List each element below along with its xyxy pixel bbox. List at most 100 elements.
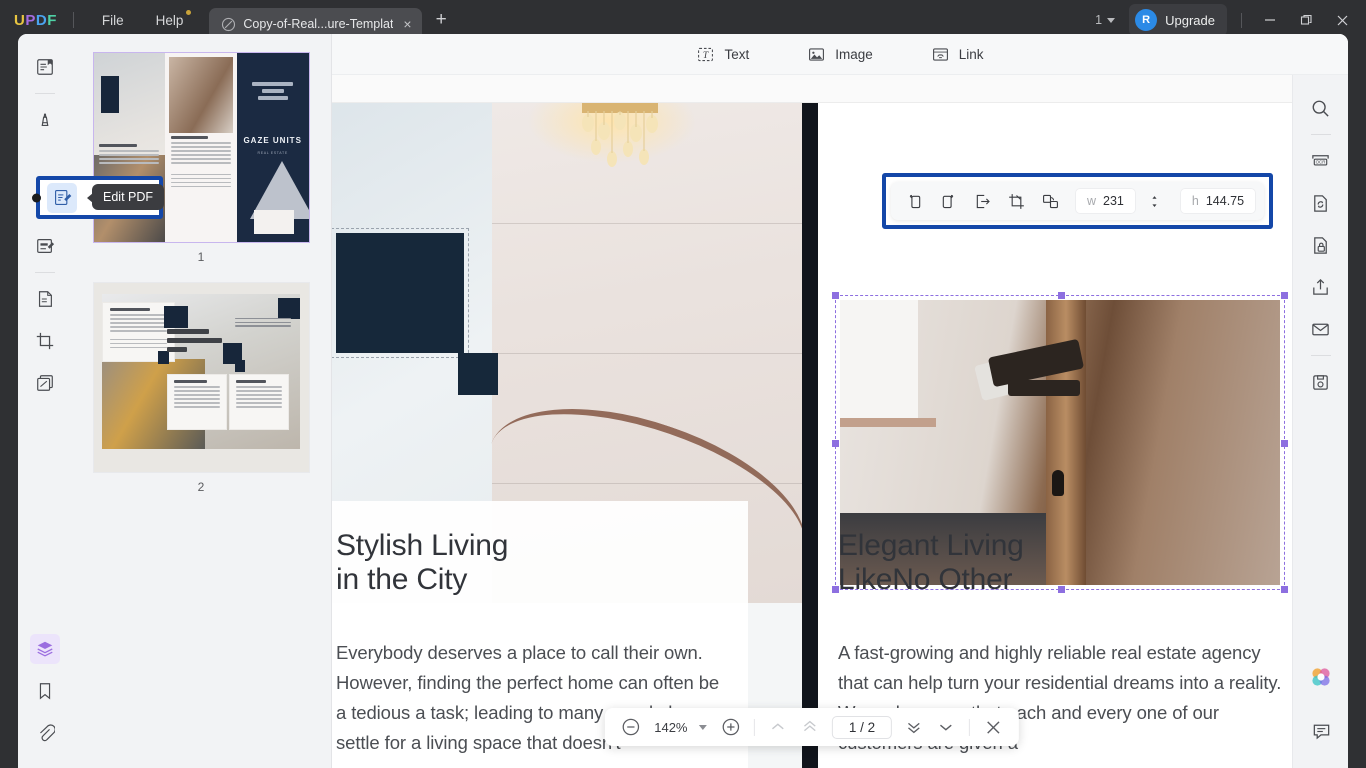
previous-page-button[interactable] [796,713,824,741]
link-tool-label: Link [958,46,984,62]
menu-help[interactable]: Help [140,7,200,34]
text-tool[interactable]: T Text [696,45,749,64]
upgrade-button[interactable]: R Upgrade [1129,4,1227,36]
sidebar-item-bookmarks[interactable] [30,676,60,706]
navy-square-small-shape[interactable] [458,353,498,395]
width-value: 231 [1103,194,1124,208]
page-panel-left: Stylish Living in the City Everybody des… [332,103,802,768]
resize-handle-middle-left[interactable] [832,440,839,447]
window-controls-divider [1241,12,1242,28]
image-height-field[interactable]: h 144.75 [1179,188,1257,214]
logo-letter-p: P [25,11,36,29]
convert-tool[interactable] [1306,188,1336,218]
thumb2-navy-square-4 [235,360,246,372]
text-tool-label: Text [724,46,750,62]
menu-help-label: Help [155,12,184,28]
height-label: h [1191,194,1199,208]
right-heading-line-1: Elegant Living [838,529,1024,562]
resize-handle-top-left[interactable] [832,292,839,299]
sidebar-item-attachments[interactable] [30,718,60,748]
window-count-selector[interactable]: 1 [1095,13,1116,27]
search-tool[interactable] [1306,93,1336,123]
text-icon: T [696,45,715,64]
caret-down-icon[interactable] [698,724,707,730]
image-properties-toolbar: w 231 h 144.75 [891,182,1265,220]
navy-square-shape[interactable] [332,228,469,358]
close-navbar-button[interactable] [979,713,1007,741]
avatar: R [1135,9,1158,31]
sidebar-item-comment[interactable] [30,105,60,135]
ai-assistant-button[interactable] [1306,662,1336,692]
application-shell: Edit PDF GAZE UNITS REAL ESTATE 1 2 T Te… [18,34,1348,768]
zoom-out-button[interactable] [617,713,645,741]
save-tool[interactable] [1306,367,1336,397]
sidebar-item-layers[interactable] [29,634,60,664]
rotate-right-button[interactable] [933,187,963,215]
rail-divider-2 [34,272,55,273]
image-window [840,300,918,425]
left-heading-line-1: Stylish Living [336,529,509,562]
resize-handle-top-right[interactable] [1281,292,1288,299]
last-page-button[interactable] [932,713,960,741]
panel-collapse-handle[interactable] [32,193,41,202]
maximize-button[interactable] [1288,5,1324,35]
image-icon [807,45,826,64]
document-viewport[interactable]: Stylish Living in the City Everybody des… [332,75,1292,768]
sidebar-item-convert[interactable] [30,284,60,314]
share-tool[interactable] [1306,272,1336,302]
image-width-field[interactable]: w 231 [1075,188,1136,214]
image-faucet-spout [1008,380,1080,396]
thumb2-text-top-right [235,315,292,329]
feedback-button[interactable] [1306,716,1336,746]
page-thumbnails-panel[interactable]: GAZE UNITS REAL ESTATE 1 2 [71,34,332,768]
extract-image-button[interactable] [967,187,997,215]
link-tool[interactable]: Link [931,45,984,64]
right-panel-heading[interactable]: Elegant Living LikeNo Other [838,529,1288,596]
thumbnail-page-2[interactable] [92,282,310,473]
first-page-button[interactable] [764,713,792,741]
thumbnail-page-2-content [93,283,309,472]
rotate-left-button[interactable] [899,187,929,215]
sidebar-item-crop[interactable] [30,326,60,356]
crop-image-button[interactable] [1001,187,1031,215]
sidebar-item-batch[interactable] [30,368,60,398]
minimize-button[interactable] [1252,5,1288,35]
resize-handle-middle-right[interactable] [1281,440,1288,447]
logo-letter-f: F [47,11,57,29]
thumb1-brand: GAZE UNITS [243,136,302,146]
ocr-tool[interactable]: OCR [1306,146,1336,176]
protect-tool[interactable] [1306,230,1336,260]
rail-divider-1 [34,93,55,94]
thumbnail-page-2-number: 2 [197,480,205,494]
updf-logo: U P D F [14,12,57,29]
left-heading-line-2: in the City [336,562,468,596]
zoom-level-label[interactable]: 142% [649,720,693,735]
link-icon [931,45,950,64]
chevron-down-icon [1107,17,1116,23]
edit-pdf-icon[interactable] [47,182,77,213]
thumb1-contact-card [254,209,295,235]
thumb2-card-mid [166,373,227,431]
aspect-ratio-lock-button[interactable] [1142,188,1168,214]
menu-file[interactable]: File [86,7,140,34]
close-window-button[interactable] [1324,5,1360,35]
sidebar-item-form[interactable] [30,231,60,261]
page-panel-divider [802,103,818,768]
left-tool-rail [18,34,71,768]
new-tab-button[interactable]: + [436,9,447,31]
close-tab-button[interactable]: × [403,17,411,31]
nav-divider-1 [753,718,755,736]
replace-image-button[interactable] [1035,187,1065,215]
image-sill [840,418,936,427]
chandelier-graphic [582,103,658,167]
next-page-button[interactable] [900,713,928,741]
left-panel-heading[interactable]: Stylish Living in the City [336,529,722,596]
resize-handle-top-center[interactable] [1058,292,1065,299]
svg-text:OCR: OCR [1316,159,1326,164]
image-tool[interactable]: Image [807,45,873,64]
zoom-in-button[interactable] [717,713,745,741]
page-indicator[interactable]: 1 / 2 [831,715,893,739]
email-tool[interactable] [1306,314,1336,344]
right-rail-divider-2 [1310,355,1331,356]
sidebar-item-reader[interactable] [30,52,60,82]
